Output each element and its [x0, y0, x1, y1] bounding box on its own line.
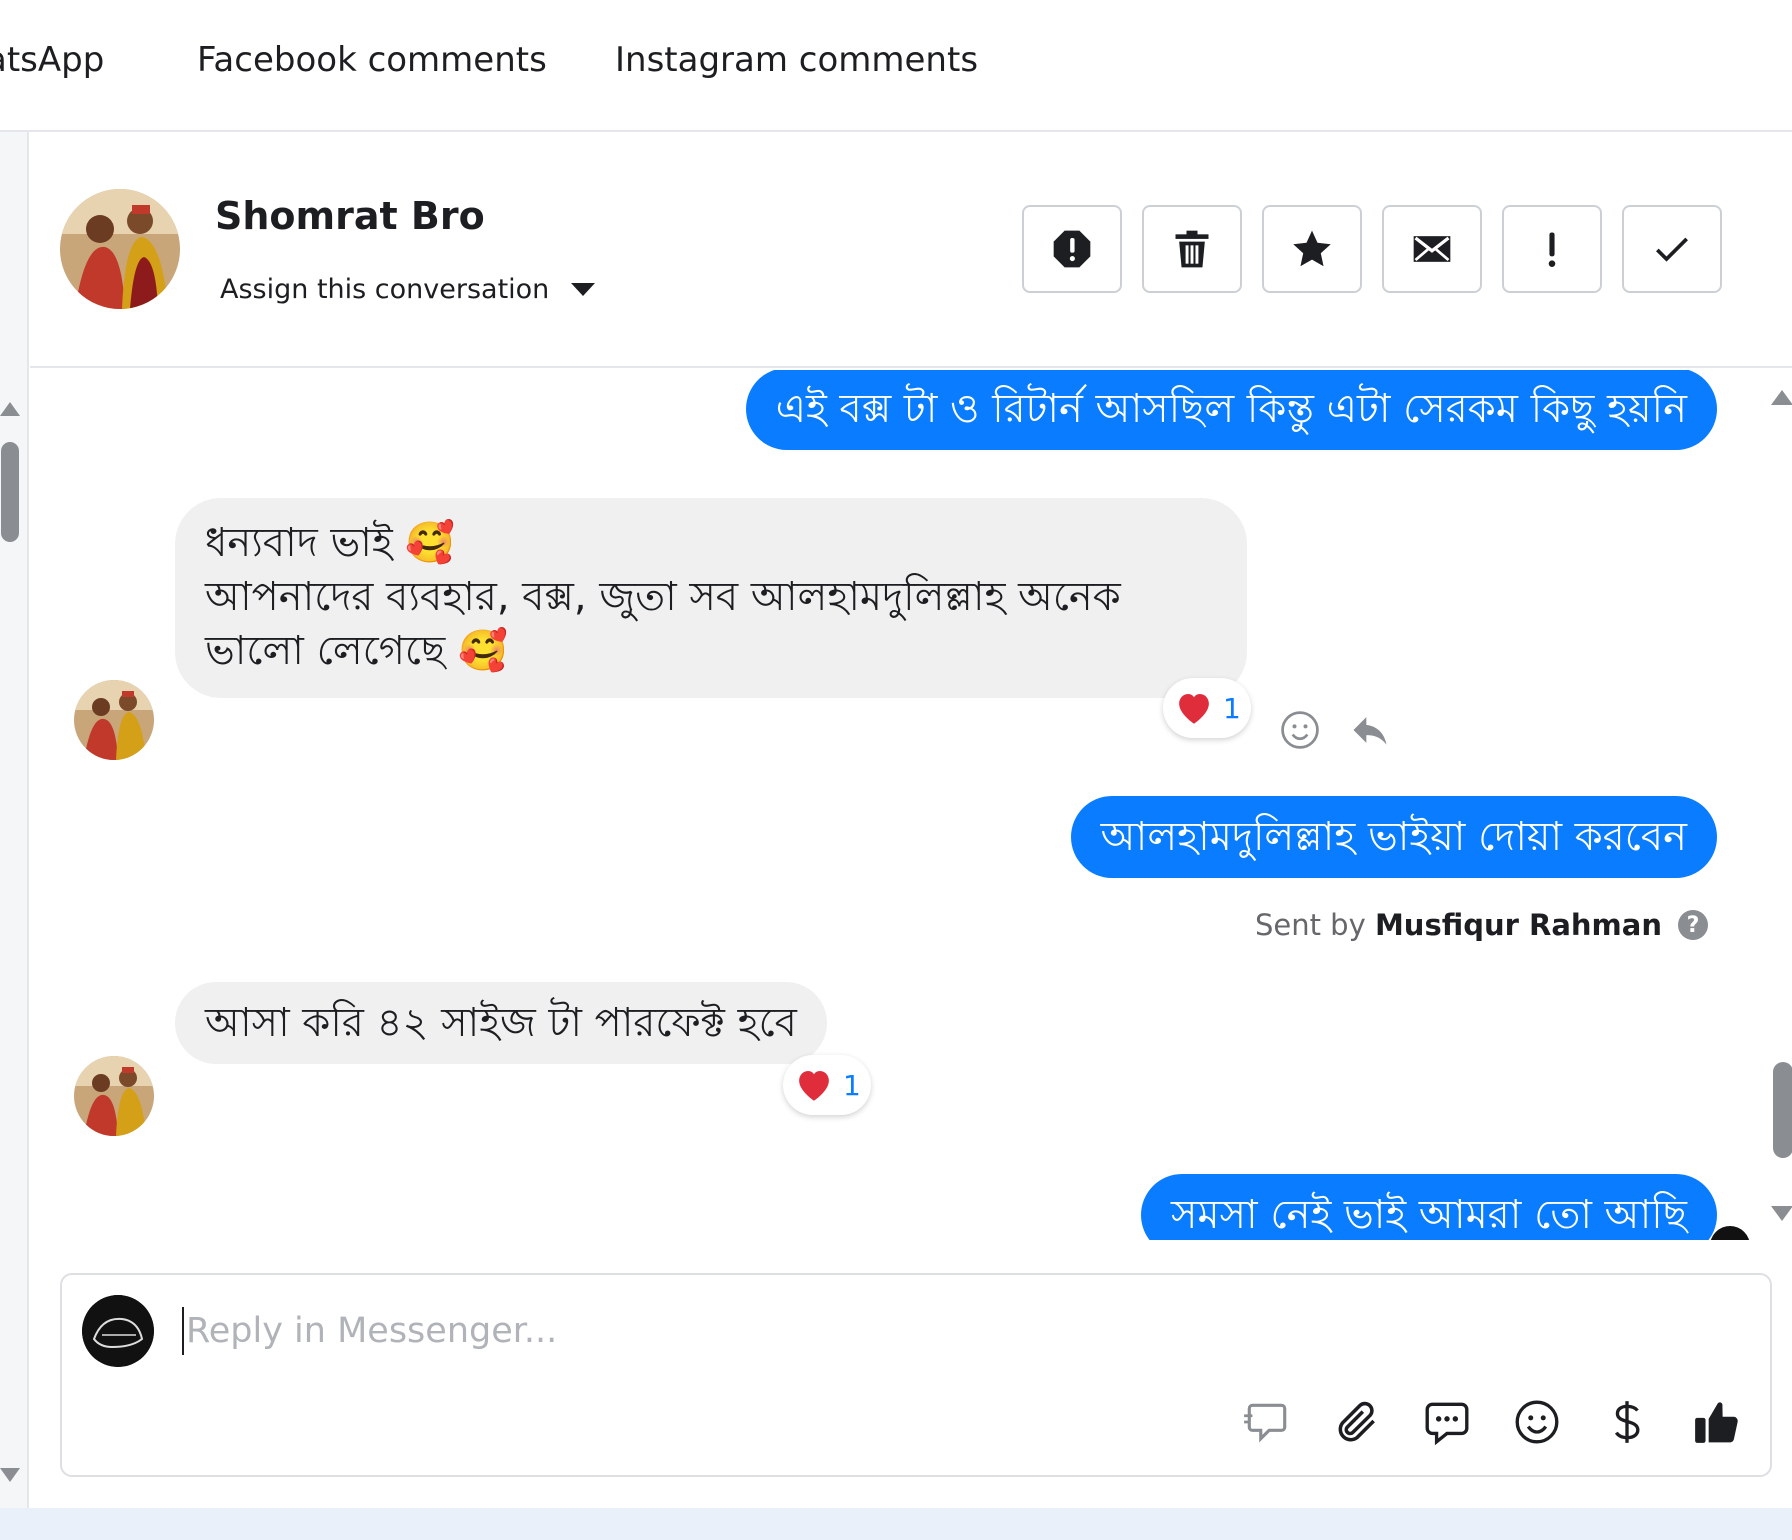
message-tools	[1278, 708, 1392, 752]
incoming-message[interactable]: আসা করি ৪২ সাইজ টা পারফেক্ট হবে	[175, 982, 827, 1064]
exclamation-icon	[1548, 232, 1556, 267]
help-icon[interactable]: ?	[1678, 910, 1708, 940]
star-button[interactable]	[1262, 205, 1362, 293]
assign-label: Assign this conversation	[220, 274, 550, 305]
sent-by-label: Sent by Musfiqur Rahman	[1255, 908, 1662, 942]
attachment-icon	[1338, 1401, 1375, 1442]
outgoing-message[interactable]: সমসা নেই ভাই আমরা তো আছি	[1140, 1174, 1717, 1240]
mark-done-button[interactable]	[1622, 205, 1722, 293]
contact-name: Shomrat Bro	[215, 194, 485, 238]
reply-icon[interactable]	[1348, 708, 1392, 752]
contact-avatar	[60, 189, 180, 309]
sender-avatar	[74, 1056, 154, 1136]
mark-important-button[interactable]	[1502, 205, 1602, 293]
send-like-button[interactable]	[1692, 1397, 1742, 1447]
dollar-icon	[1614, 1401, 1640, 1443]
incoming-message[interactable]: ধন্যবাদ ভাই 🥰 আপনাদের ব্যবহার, বক্স, জুত…	[175, 498, 1247, 698]
saved-reply-icon	[1425, 1402, 1469, 1446]
emoji-icon	[1515, 1400, 1559, 1444]
react-emoji-icon[interactable]	[1278, 708, 1322, 752]
scroll-down-arrow[interactable]	[1771, 1206, 1792, 1221]
message-reaction[interactable]: 1	[1163, 678, 1251, 738]
page-avatar	[82, 1295, 154, 1367]
spam-icon	[1053, 230, 1091, 268]
heart-icon	[799, 1071, 829, 1101]
reply-input[interactable]	[182, 1307, 1282, 1355]
left-scrollbar-thumb[interactable]	[1, 442, 19, 542]
tab-whatsapp[interactable]: atsApp	[0, 40, 104, 80]
spam-button[interactable]	[1022, 205, 1122, 293]
reply-composer	[60, 1273, 1772, 1477]
conversation-actions	[1022, 205, 1722, 293]
scroll-up-arrow[interactable]	[1771, 390, 1792, 405]
composer-toolbar	[1242, 1397, 1742, 1447]
mark-unread-button[interactable]	[1382, 205, 1482, 293]
message-line: আপনাদের ব্যবহার, বক্স, জুতা সব আলহামদুলি…	[205, 574, 1121, 674]
tab-facebook-comments[interactable]: Facebook comments	[197, 40, 547, 80]
sender-avatar	[74, 680, 154, 760]
thumbs-up-icon	[1695, 1402, 1738, 1443]
caret-down-icon	[571, 283, 596, 296]
left-scroll-up-arrow[interactable]	[0, 402, 20, 416]
scrollbar-thumb[interactable]	[1773, 1062, 1792, 1158]
star-icon	[1293, 230, 1331, 267]
sent-by-prefix: Sent by	[1254, 908, 1366, 942]
check-icon	[1656, 237, 1688, 262]
outgoing-message[interactable]: আলহামদুলিল্লাহ ভাইয়া দোয়া করবেন	[1070, 796, 1717, 878]
conversation-list-edge	[0, 132, 29, 1508]
conversation-header: Shomrat Bro Assign this conversation	[30, 134, 1792, 368]
assign-conversation-dropdown[interactable]: Assign this conversation	[220, 274, 596, 305]
footer-bar	[0, 1508, 1792, 1540]
reaction-count: 1	[843, 1068, 861, 1102]
delete-button[interactable]	[1142, 205, 1242, 293]
quick-reply-icon	[1244, 1403, 1287, 1443]
saved-replies-button[interactable]	[1422, 1397, 1472, 1447]
payment-button[interactable]	[1602, 1397, 1652, 1447]
sent-by-name: Musfiqur Rahman	[1374, 908, 1662, 942]
attach-file-button[interactable]	[1332, 1397, 1382, 1447]
reaction-count: 1	[1223, 691, 1241, 725]
left-scroll-down-arrow[interactable]	[0, 1468, 20, 1482]
tab-instagram-comments[interactable]: Instagram comments	[615, 40, 978, 80]
heart-icon	[1179, 694, 1209, 724]
message-thread: এই বক্স টা ও রিটার্ন আসছিল কিন্তু এটা সে…	[30, 370, 1760, 1240]
quick-replies-button[interactable]	[1242, 1397, 1292, 1447]
emoji-button[interactable]	[1512, 1397, 1562, 1447]
trash-icon	[1175, 230, 1209, 268]
envelope-icon	[1413, 236, 1451, 262]
agent-avatar	[1710, 1226, 1750, 1240]
channel-tabs: atsApp Facebook comments Instagram comme…	[0, 0, 1792, 132]
message-reaction[interactable]: 1	[783, 1055, 871, 1115]
outgoing-message[interactable]: এই বক্স টা ও রিটার্ন আসছিল কিন্তু এটা সে…	[745, 370, 1717, 450]
message-line: ধন্যবাদ ভাই 🥰	[205, 520, 456, 566]
